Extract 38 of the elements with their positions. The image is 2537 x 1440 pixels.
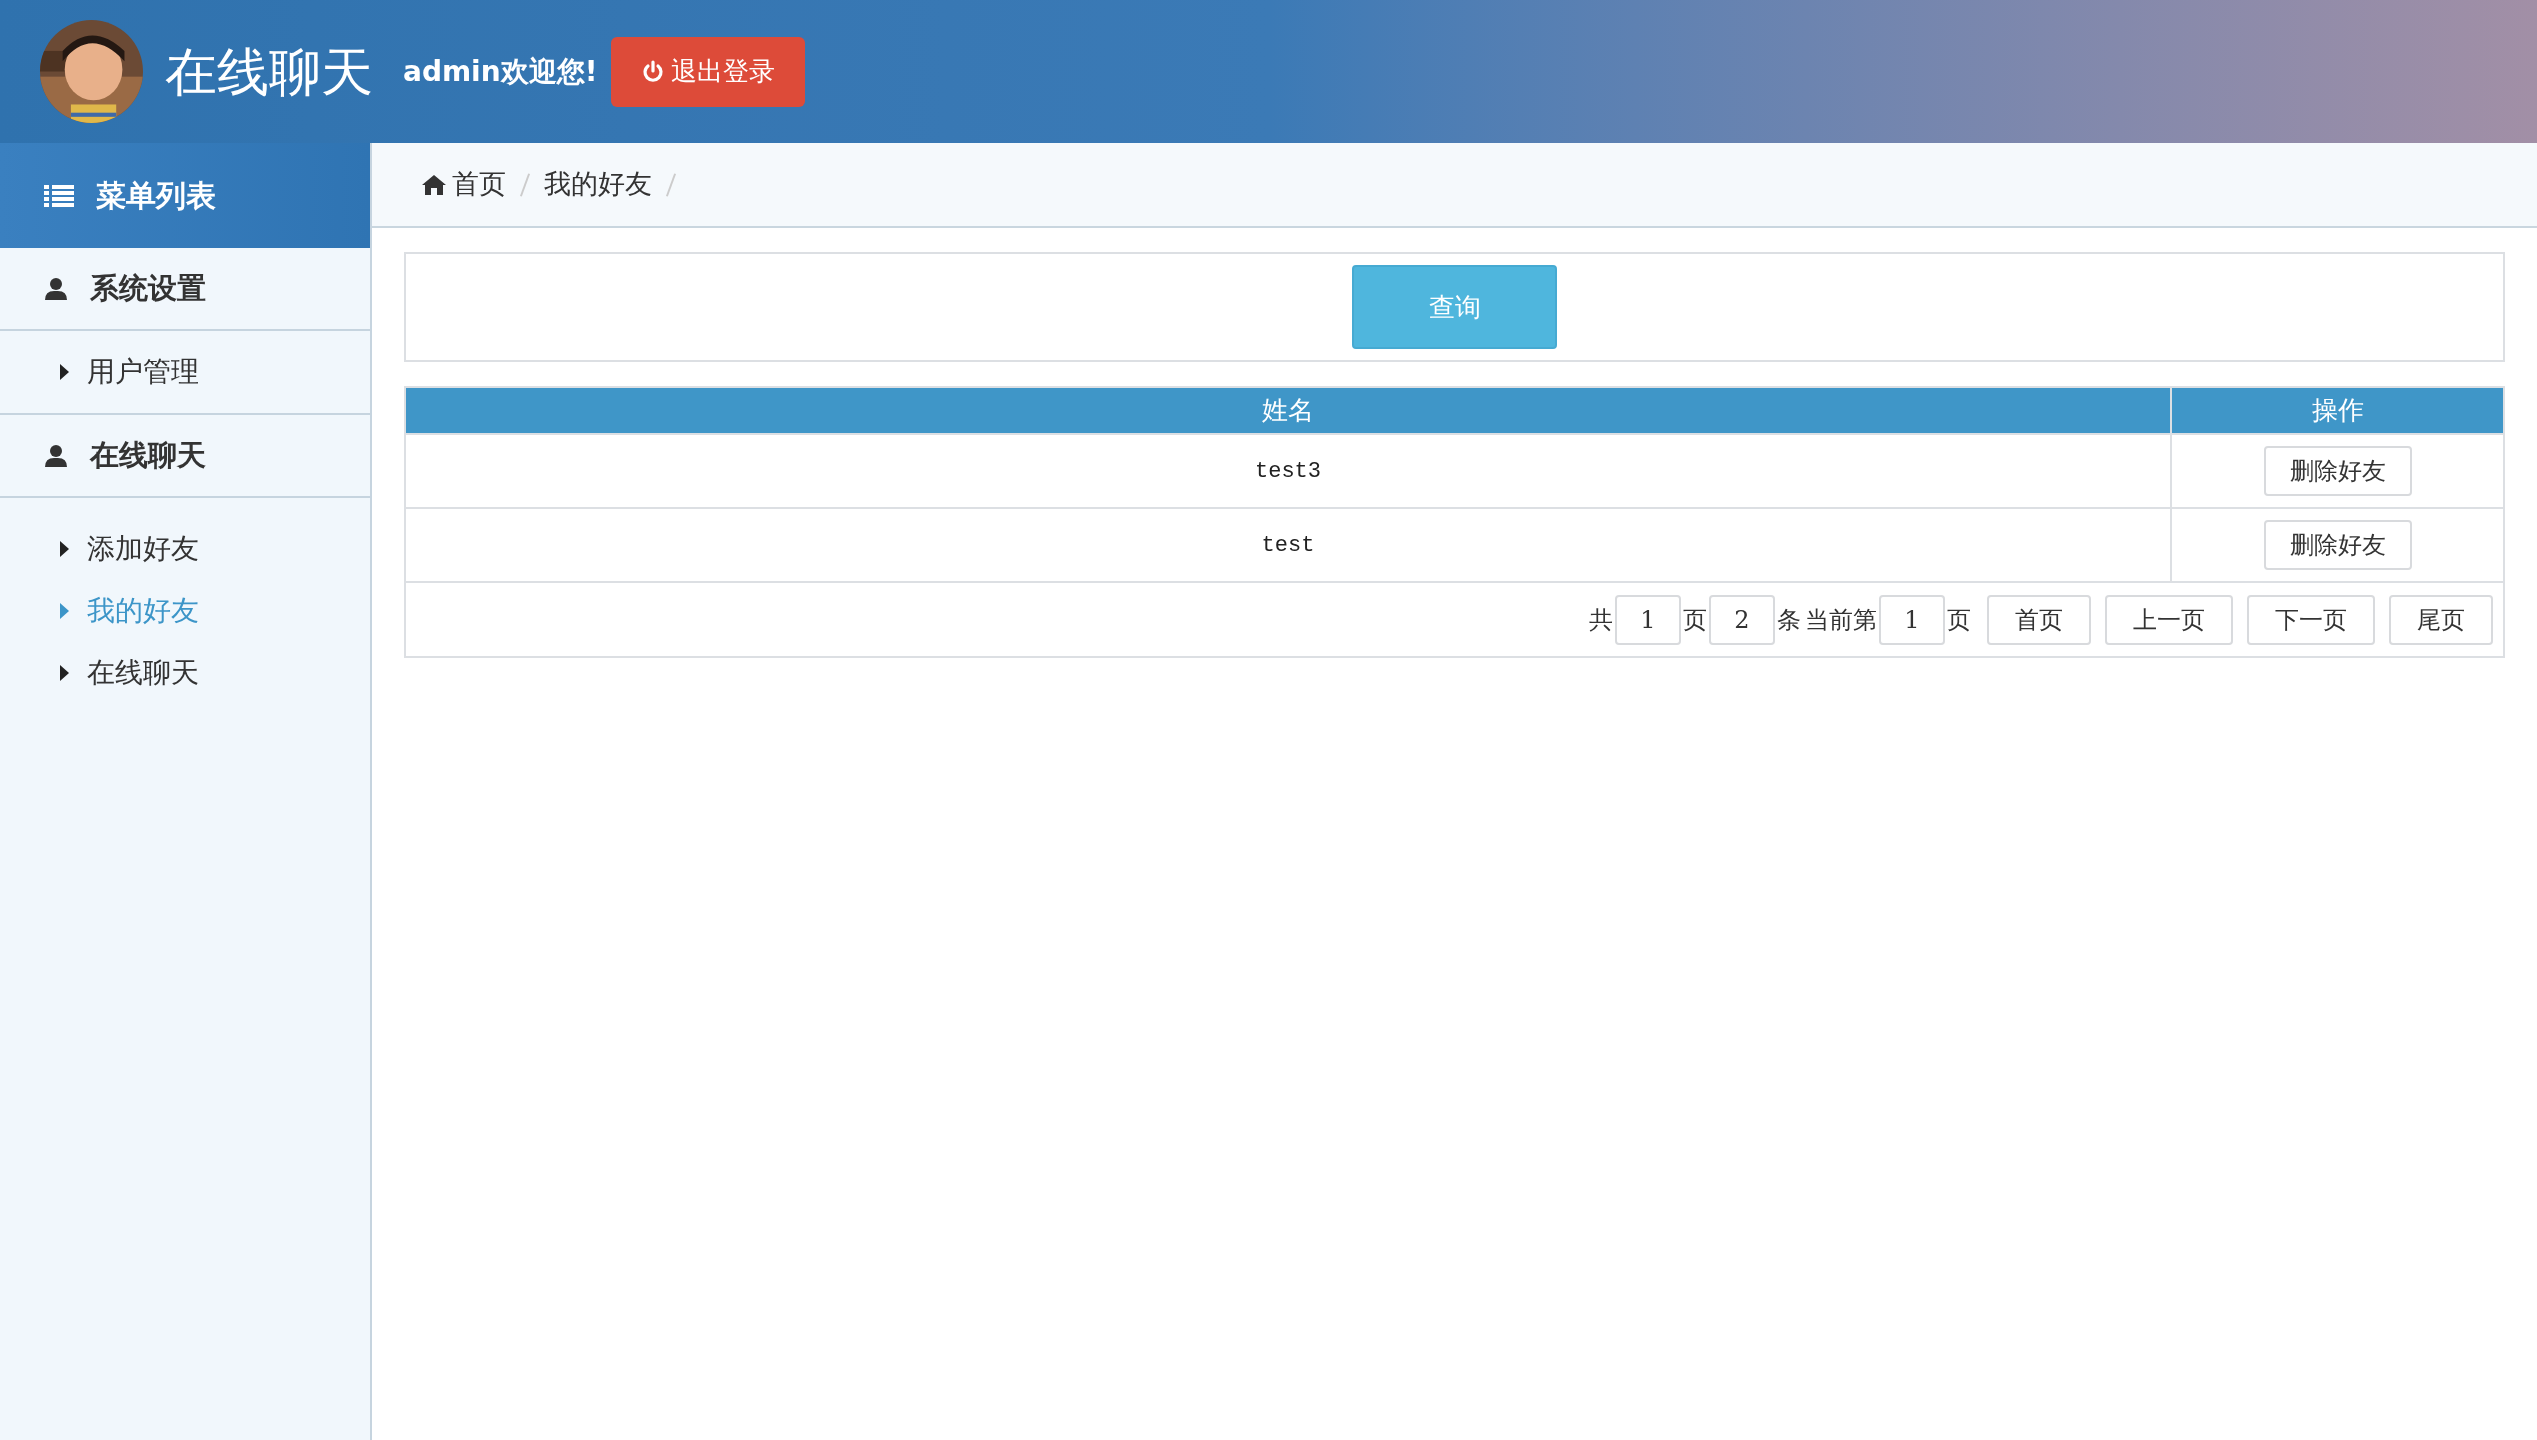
page-input-field[interactable]: 1: [1615, 594, 1681, 645]
pagination-button[interactable]: 首页: [1987, 594, 2091, 645]
menu-group[interactable]: 在线聊天: [0, 415, 370, 498]
column-header: 姓名: [405, 387, 2171, 434]
welcome-text: admin欢迎您!: [403, 53, 598, 90]
breadcrumb-link[interactable]: 我的好友: [544, 164, 652, 205]
page-input-field[interactable]: 2: [1709, 594, 1775, 645]
table-cell: test: [405, 508, 2171, 582]
user-icon: [44, 443, 68, 468]
pagination-text: 条: [1777, 604, 1801, 636]
menu-item[interactable]: 用户管理: [0, 341, 370, 403]
app-title: 在线聊天: [165, 45, 373, 98]
menu-group[interactable]: 系统设置: [0, 248, 370, 331]
breadcrumb-link[interactable]: 首页: [422, 164, 506, 205]
pagination-text: 页: [1683, 604, 1707, 636]
power-icon: [641, 59, 666, 84]
sidebar-title: 菜单列表: [96, 177, 216, 215]
list-icon: [44, 183, 74, 208]
pagination-text: 共: [1589, 604, 1613, 636]
home-icon: [422, 174, 446, 195]
pagination-button[interactable]: 上一页: [2105, 594, 2233, 645]
caret-icon: [60, 541, 69, 557]
column-header: 操作: [2171, 387, 2504, 434]
table-cell: test3: [405, 434, 2171, 508]
user-icon: [44, 276, 68, 301]
logout-button[interactable]: 退出登录: [611, 36, 806, 107]
pagination-text: 页: [1947, 604, 1971, 636]
page-input-field[interactable]: 1: [1879, 594, 1945, 645]
menu-item[interactable]: 添加好友: [0, 518, 370, 580]
caret-icon: [60, 603, 69, 619]
pagination-text: 当前第: [1805, 604, 1877, 636]
caret-icon: [60, 665, 69, 681]
caret-icon: [60, 364, 69, 380]
delete-friend-button[interactable]: 删除好友: [2263, 520, 2412, 570]
pagination-button[interactable]: 尾页: [2389, 594, 2493, 645]
pagination-button[interactable]: 下一页: [2247, 594, 2375, 645]
menu-item[interactable]: 在线聊天: [0, 642, 370, 704]
delete-friend-button[interactable]: 删除好友: [2263, 446, 2412, 496]
